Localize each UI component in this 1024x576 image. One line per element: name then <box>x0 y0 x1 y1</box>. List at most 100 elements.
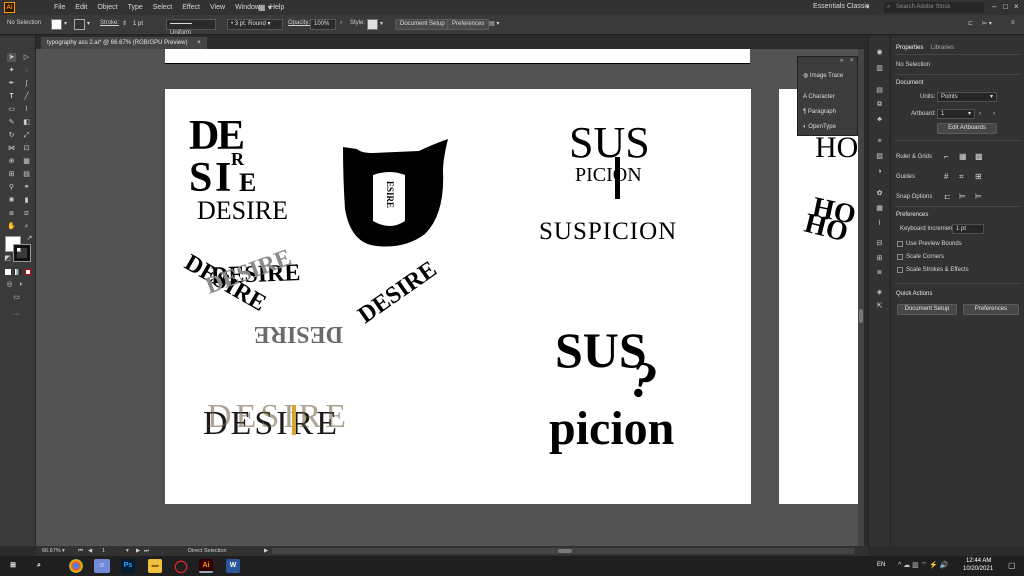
zoom-level[interactable]: 66.67% <box>42 548 61 554</box>
transparency-grid-icon[interactable]: ▩ <box>975 152 983 161</box>
rectangle-tool-icon[interactable]: ▭ <box>7 105 16 114</box>
snap-pixel-icon[interactable]: ⊨ <box>959 192 966 201</box>
symbols-panel-icon[interactable]: ♣ <box>875 115 884 124</box>
selection-tool-icon[interactable]: ➤ <box>7 53 16 62</box>
direct-selection-tool-icon[interactable]: ▷ <box>22 53 31 62</box>
file-explorer-icon[interactable]: ▬ <box>148 559 162 573</box>
blend-tool-icon[interactable]: ⚭ <box>22 183 31 192</box>
symbol-sprayer-tool-icon[interactable]: ✺ <box>7 196 16 205</box>
transparency-panel-icon[interactable]: ◑ <box>875 167 884 176</box>
color-panel-icon[interactable]: ✿ <box>875 189 884 198</box>
scale-tool-icon[interactable]: ⤢ <box>22 131 31 140</box>
artboard-right[interactable]: HO HO HO <box>779 89 864 504</box>
snap-glyph-icon[interactable]: ⊨ <box>975 192 982 201</box>
start-icon[interactable]: ⊞ <box>6 559 20 573</box>
last-artboard-icon[interactable]: ⏭ <box>144 548 149 555</box>
snap-point-icon[interactable]: ⊏ <box>944 192 951 201</box>
stroke-stepper-icon[interactable]: ⇕ <box>122 20 127 27</box>
maximize-icon[interactable]: □ <box>1003 2 1008 11</box>
mesh-tool-icon[interactable]: ⊞ <box>7 170 16 179</box>
horizontal-scroll-thumb[interactable] <box>558 549 572 553</box>
properties-panel-icon[interactable]: ◉ <box>875 48 884 57</box>
notifications-icon[interactable]: ▢ <box>1008 561 1016 570</box>
stroke-swatch[interactable] <box>74 19 85 30</box>
artboard-top[interactable] <box>165 49 750 64</box>
draw-mode-icon[interactable]: ◎ <box>5 280 14 289</box>
pen-tool-icon[interactable]: ✒ <box>7 79 16 88</box>
export-panel-icon[interactable]: ⇱ <box>875 302 884 311</box>
opacity-chevron-icon[interactable]: › <box>340 20 342 26</box>
gradient-mode-icon[interactable] <box>15 269 21 275</box>
system-tray-icons[interactable]: ^ ☁ ▥ ⌔ ⚡ 🔊 <box>898 561 949 570</box>
transform-panel-icon[interactable]: ⊞ <box>875 254 884 263</box>
next-artboard-icon[interactable]: ▶ <box>136 548 140 554</box>
status-menu-icon[interactable]: ▶ <box>264 548 268 554</box>
clock-time[interactable]: 12:44 AM <box>966 558 991 564</box>
fill-swatch[interactable] <box>51 19 62 30</box>
hand-tool-icon[interactable]: ✋ <box>7 222 16 231</box>
artboard-prev-icon[interactable]: ‹ <box>979 111 981 117</box>
stroke-panel-icon[interactable]: ≡ <box>875 137 884 146</box>
stroke-profile-select[interactable]: Uniform <box>166 19 216 36</box>
pathfinder-panel-icon[interactable]: ⧈ <box>875 268 884 277</box>
gradient-tool-icon[interactable]: ▤ <box>22 170 31 179</box>
artboards-panel-icon[interactable]: ⧉ <box>875 100 884 109</box>
arrange-icon[interactable]: ▤ ▾ <box>489 20 499 27</box>
menu-file[interactable]: File <box>49 4 70 11</box>
distribute-icon[interactable]: ⊨ ▾ <box>982 20 992 27</box>
vertical-scrollbar[interactable] <box>858 49 864 546</box>
stroke-color-box[interactable] <box>13 244 31 262</box>
opacity-field[interactable]: 100% <box>310 19 336 30</box>
tab-libraries[interactable]: Libraries <box>931 45 954 51</box>
shape-builder-tool-icon[interactable]: ⊕ <box>7 157 16 166</box>
clock-date[interactable]: 10/20/2021 <box>963 566 993 572</box>
gradient-panel-icon[interactable]: ▧ <box>875 152 884 161</box>
minimize-icon[interactable]: – <box>992 2 996 11</box>
scale-corners-checkbox[interactable] <box>897 254 903 260</box>
edit-toolbar-icon[interactable]: ··· <box>12 310 21 319</box>
asset-export-panel-icon[interactable]: ◈ <box>875 288 884 297</box>
panel-close-icon[interactable]: × <box>850 58 854 64</box>
taskbar-search-icon[interactable]: ⌕ <box>32 559 46 573</box>
stroke-weight-field[interactable]: 1 pt <box>129 19 161 30</box>
menu-select[interactable]: Select <box>148 4 177 11</box>
horizontal-scrollbar[interactable] <box>272 548 854 554</box>
menu-view[interactable]: View <box>205 4 230 11</box>
curvature-tool-icon[interactable]: ∫ <box>22 79 31 88</box>
column-graph-tool-icon[interactable]: ▮ <box>22 196 31 205</box>
swap-fill-stroke-icon[interactable]: ↗ <box>25 234 34 243</box>
quick-document-setup-button[interactable]: Document Setup <box>897 304 957 315</box>
vertical-scroll-thumb[interactable] <box>859 309 863 323</box>
character-item[interactable]: A Character <box>803 94 835 100</box>
image-trace-item[interactable]: ◍ Image Trace <box>803 72 843 79</box>
keyboard-increment-field[interactable]: 1 pt <box>952 224 984 234</box>
magic-wand-tool-icon[interactable]: ✦ <box>7 66 16 75</box>
opera-icon[interactable]: ◯ <box>174 559 188 573</box>
document-setup-button[interactable]: Document Setup <box>395 19 450 30</box>
opacity-label[interactable]: Opacity: <box>288 20 310 26</box>
rotate-tool-icon[interactable]: ↻ <box>7 131 16 140</box>
zoom-chevron-icon[interactable]: ▾ <box>62 548 65 554</box>
stroke-chevron-icon[interactable]: ▾ <box>87 20 90 27</box>
layers-panel-icon[interactable]: ▤ <box>875 86 884 95</box>
first-artboard-icon[interactable]: ⏮ <box>78 548 83 555</box>
edit-artboards-button[interactable]: Edit Artboards <box>937 123 997 134</box>
draw-behind-icon[interactable]: ◐ <box>17 280 26 289</box>
units-select[interactable]: Points ▾ <box>937 92 997 102</box>
opentype-item[interactable]: ◐ OpenType <box>803 124 836 130</box>
grid-icon[interactable]: ▦ <box>959 152 967 161</box>
panel-menu-icon[interactable]: ≡ <box>1011 20 1015 26</box>
eyedropper-tool-icon[interactable]: ⚲ <box>7 183 16 192</box>
free-transform-tool-icon[interactable]: ⊡ <box>22 144 31 153</box>
rulers-icon[interactable]: ⌐ <box>944 152 949 161</box>
artboard-number[interactable]: 1 <box>102 548 105 554</box>
width-tool-icon[interactable]: ⋈ <box>7 144 16 153</box>
use-preview-bounds-checkbox[interactable] <box>897 241 903 247</box>
document-tab[interactable]: typography ass 2.ai* @ 66.67% (RGB/GPU P… <box>41 37 207 49</box>
perspective-grid-tool-icon[interactable]: ▦ <box>22 157 31 166</box>
libraries-panel-icon[interactable]: ▥ <box>875 64 884 73</box>
close-tab-icon[interactable]: × <box>197 40 201 46</box>
smart-guides-icon[interactable]: ⊞ <box>975 172 982 181</box>
menu-type[interactable]: Type <box>123 4 148 11</box>
menu-effect[interactable]: Effect <box>177 4 205 11</box>
